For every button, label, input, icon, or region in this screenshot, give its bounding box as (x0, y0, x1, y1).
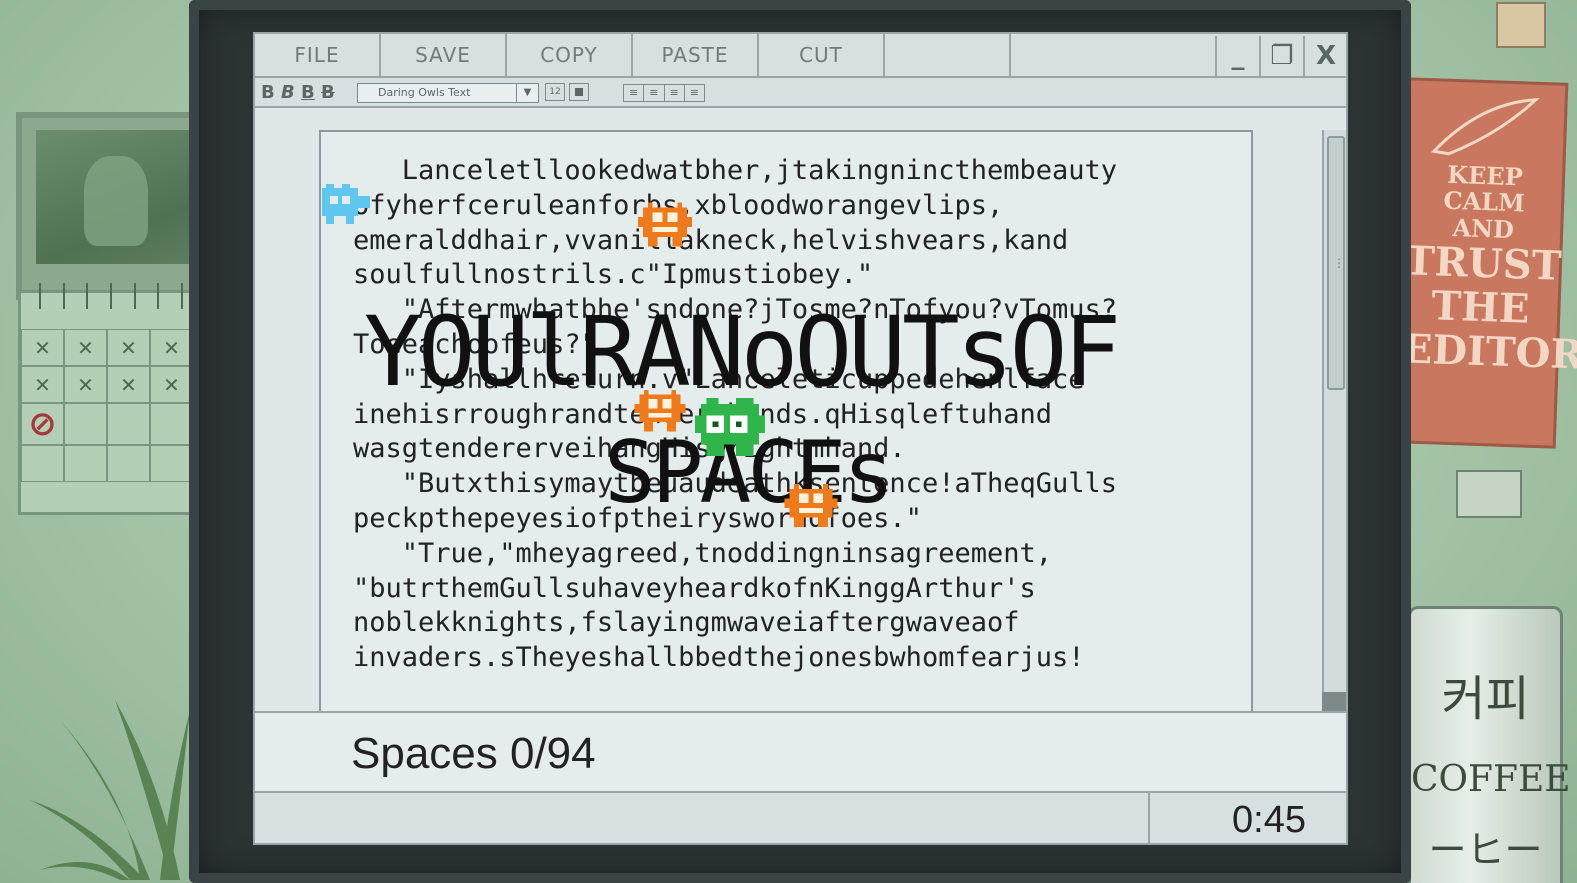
calendar-day (107, 403, 150, 445)
player-ship-icon (322, 184, 370, 224)
sticky-note (1456, 470, 1522, 518)
copy-button[interactable]: COPY (507, 34, 633, 76)
orange-invader-icon (634, 390, 686, 432)
document-line: soulfullnostrils.c"Ipmustiobey." (353, 259, 874, 291)
strikethrough-button[interactable]: B (321, 82, 335, 103)
document-line: "True,"mheyagreed,tnoddingninsagreement, (353, 537, 1052, 569)
align-center-icon[interactable]: ≡ (644, 85, 665, 101)
orange-invader-icon (784, 484, 838, 528)
italic-button[interactable]: B (281, 82, 295, 103)
scroll-corner (1322, 692, 1346, 712)
document-line: ofyherfceruleanforbs,xbloodworangevlips, (353, 189, 1233, 224)
bold-button[interactable]: B (261, 82, 275, 103)
timer-status-bar: 0:45 (255, 793, 1346, 843)
font-size-box[interactable]: 12 (545, 83, 565, 101)
calendar-day-crossed: ✕ (21, 329, 64, 366)
vertical-scrollbar[interactable]: ⋮ (1322, 130, 1346, 712)
calendar-day (64, 445, 107, 482)
spaces-status-bar: Spaces 0/94 (255, 711, 1346, 793)
document-line: emeralddhair,vvanillakneck,helvishvears,… (353, 224, 1069, 256)
calendar-rings (39, 283, 183, 309)
minimize-button[interactable]: _ (1215, 36, 1259, 76)
align-right-icon[interactable]: ≡ (665, 85, 685, 101)
color-swatch-icon (575, 88, 583, 96)
mug-label-english: COFFEE (1411, 759, 1571, 800)
font-select-value: Daring Owls Text (378, 86, 471, 99)
framed-photo (16, 112, 196, 300)
green-invader-icon (695, 398, 765, 457)
calendar-day-crossed: ✕ (150, 366, 193, 403)
calendar-day (150, 403, 193, 445)
photo-image (36, 130, 190, 264)
spaces-counter: Spaces 0/94 (351, 729, 596, 778)
wall-calendar: ✕ ✕ ✕ ✕ ✕ ✕ ✕ ✕ ⊘ (18, 283, 196, 515)
mug-label-korean: 커피 (1441, 671, 1530, 727)
coffee-mug: 커피 COFFEE ーヒー (1408, 606, 1571, 883)
scroll-thumb[interactable]: ⋮ (1327, 136, 1345, 390)
format-toolbar: B B B B Daring Owls Text ▼ 12 ≡ ≡ ≡ ≡ (255, 78, 1346, 108)
poster-text: KEEP CALM AND TRUST THE EDITOR! (1401, 160, 1577, 380)
underline-button[interactable]: B (301, 82, 315, 103)
grip-icon: ⋮ (1333, 256, 1345, 270)
paste-button[interactable]: PASTE (633, 34, 759, 76)
align-left-icon[interactable]: ≡ (624, 85, 645, 101)
document-line: invaders.sTheyeshallbbedthejonesbwhomfea… (353, 642, 1085, 674)
cut-button[interactable]: CUT (759, 34, 885, 76)
poster-line: EDITOR! (1401, 325, 1577, 380)
countdown-timer: 0:45 (1232, 799, 1306, 841)
document-text: Lanceletllookedwatbher,jtakingnincthembe… (353, 154, 1233, 676)
mug-label-japanese: ーヒー (1428, 828, 1543, 872)
alignment-buttons: ≡ ≡ ≡ ≡ (623, 84, 705, 102)
calendar-day-crossed: ✕ (107, 329, 150, 366)
calendar-day (107, 445, 150, 482)
status-divider (1148, 793, 1150, 843)
chevron-down-icon[interactable]: ▼ (516, 84, 538, 102)
calendar-day-marked: ⊘ (21, 403, 64, 445)
calendar-circle-icon: ⊘ (28, 404, 57, 444)
sticky-note (1496, 2, 1546, 48)
menu-bar: FILE SAVE COPY PASTE CUT _ ❐ X (255, 34, 1346, 78)
document-line: "butrthemGullsuhaveyheardkofnKinggArthur… (353, 572, 1036, 604)
empty-menu-slot (885, 34, 1011, 76)
calendar-day (64, 403, 107, 445)
document-line: Lanceletllookedwatbher,jtakingnincthembe… (353, 155, 1118, 186)
plant-icon (30, 700, 190, 880)
calendar-day-crossed: ✕ (21, 366, 64, 403)
calendar-day-crossed: ✕ (64, 366, 107, 403)
document-line: noblekknights,fslayingmwaveiaftergwaveao… (353, 607, 1020, 639)
calendar-day-crossed: ✕ (107, 366, 150, 403)
poster-line: TRUST (1404, 237, 1563, 290)
align-justify-icon[interactable]: ≡ (685, 85, 704, 101)
keep-calm-poster: KEEP CALM AND TRUST THE EDITOR! (1395, 77, 1577, 449)
restore-button[interactable]: ❐ (1259, 36, 1303, 76)
photo-figure (84, 156, 148, 246)
calendar-day-crossed: ✕ (150, 329, 193, 366)
game-over-title: YOUlRANoOUTsOF (364, 296, 1121, 408)
text-color-button[interactable] (569, 83, 589, 101)
close-button[interactable]: X (1303, 36, 1346, 76)
font-select[interactable]: Daring Owls Text ▼ (357, 83, 539, 103)
quill-icon (1430, 98, 1540, 156)
save-button[interactable]: SAVE (381, 34, 507, 76)
calendar-day (150, 445, 193, 482)
calendar-day (21, 445, 64, 482)
calendar-grid: ✕ ✕ ✕ ✕ ✕ ✕ ✕ ✕ ⊘ (21, 329, 193, 482)
file-button[interactable]: FILE (255, 34, 381, 76)
orange-invader-icon (638, 202, 692, 247)
calendar-day-crossed: ✕ (64, 329, 107, 366)
